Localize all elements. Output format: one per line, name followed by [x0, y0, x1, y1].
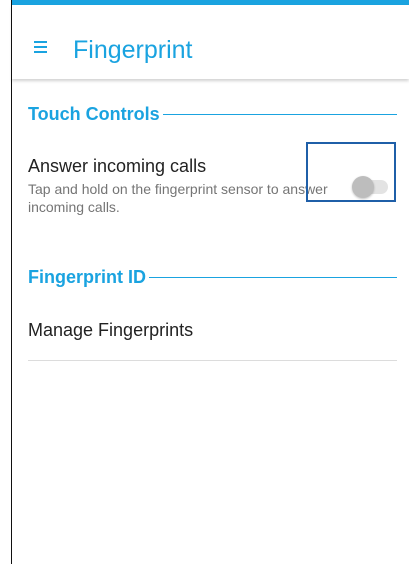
- manage-fingerprints-title: Manage Fingerprints: [28, 320, 194, 340]
- page-title: Fingerprint: [73, 36, 193, 64]
- frame-left-border: [11, 0, 12, 564]
- section-header-fingerprint-id: Fingerprint ID: [28, 265, 397, 289]
- hamburger-menu-icon[interactable]: [34, 41, 47, 53]
- section-header-label: Fingerprint ID: [28, 267, 146, 287]
- section-header-rule: [162, 113, 397, 115]
- answer-incoming-calls-summary: Tap and hold on the fingerprint sensor t…: [28, 181, 328, 215]
- manage-fingerprints-row[interactable]: Manage Fingerprints: [28, 310, 397, 360]
- menu-icon-line: [34, 51, 47, 53]
- answer-calls-toggle[interactable]: [306, 142, 396, 202]
- answer-incoming-calls-title: Answer incoming calls: [28, 156, 207, 176]
- menu-icon-line: [34, 41, 47, 43]
- section-header-label: Touch Controls: [28, 104, 160, 124]
- app-bar: Fingerprint: [12, 5, 409, 79]
- section-header-rule: [149, 276, 397, 278]
- section-header-touch-controls: Touch Controls: [28, 102, 397, 126]
- menu-icon-line: [34, 46, 47, 48]
- list-divider: [28, 360, 397, 361]
